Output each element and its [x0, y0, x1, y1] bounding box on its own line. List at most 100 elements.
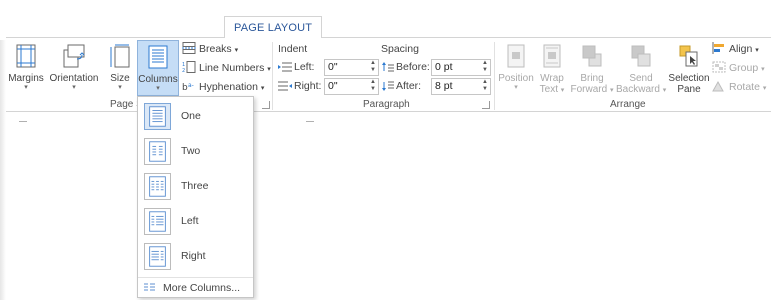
size-icon: [110, 44, 130, 68]
indent-right-label: Right:: [294, 80, 322, 92]
size-label: Size: [110, 73, 130, 84]
spacing-before-label: Before:: [396, 61, 430, 73]
spacing-before-value: 0 pt: [435, 61, 453, 73]
send-backward-label-2: Backward ▾: [616, 84, 667, 95]
arrange-group-label: Arrange: [610, 99, 646, 110]
document-margin-mark: [306, 121, 314, 122]
chevron-down-icon: ▾: [762, 85, 767, 92]
orientation-button[interactable]: Orientation ▾: [46, 40, 102, 96]
group-button[interactable]: Group ▾: [712, 60, 765, 77]
spinner-arrows-icon[interactable]: ▲ ▼: [370, 60, 376, 74]
spacing-heading: Spacing: [381, 43, 419, 55]
bring-forward-icon: [582, 45, 602, 67]
tab-page-layout[interactable]: PAGE LAYOUT: [224, 16, 323, 39]
columns-menu-item-label: Two: [181, 145, 201, 157]
send-backward-icon: [631, 45, 651, 67]
columns-menu-item-right[interactable]: Right: [138, 239, 253, 274]
chevron-down-icon: ▾: [514, 84, 518, 91]
send-backward-label-1: Send: [629, 73, 653, 84]
hyphenation-label: Hyphenation: [199, 81, 258, 93]
chevron-down-icon: ▾: [72, 84, 76, 91]
position-icon: [507, 44, 525, 68]
orientation-icon: [63, 44, 85, 68]
margins-button[interactable]: Margins ▾: [8, 40, 44, 96]
group-divider: [272, 42, 273, 110]
margins-icon: [16, 44, 36, 68]
columns-menu-item-label: Left: [181, 215, 199, 227]
selection-pane-label-2: Pane: [677, 84, 701, 95]
breaks-icon: [182, 42, 196, 54]
selection-pane-icon: [679, 45, 698, 67]
selection-pane-button[interactable]: Selection Pane: [667, 40, 711, 96]
breaks-label: Breaks: [199, 43, 232, 55]
indent-right-value: 0": [328, 80, 338, 92]
svg-text:a-: a-: [188, 82, 194, 89]
right-column-icon: [144, 243, 171, 270]
wrap-text-button[interactable]: Wrap Text ▾: [536, 40, 568, 96]
line-numbers-button[interactable]: 1 2 Line Numbers ▾: [182, 60, 271, 77]
wrap-text-label-2: Text ▾: [539, 84, 565, 95]
spinner-arrows-icon[interactable]: ▲ ▼: [482, 60, 488, 74]
margins-label: Margins: [8, 73, 44, 84]
columns-menu-item-left[interactable]: Left: [138, 204, 253, 239]
align-icon: [712, 42, 724, 54]
spinner-arrows-icon[interactable]: ▲ ▼: [482, 79, 488, 93]
rotate-label: Rotate: [729, 81, 760, 93]
chevron-down-icon: ▾: [156, 85, 160, 92]
word-window: PAGE LAYOUT Margins ▾ Orientation ▾ Size…: [0, 0, 771, 300]
bring-forward-button[interactable]: Bring Forward ▾: [569, 40, 615, 96]
columns-icon: [148, 45, 168, 69]
more-columns-item[interactable]: More Columns...: [138, 277, 253, 297]
page-setup-launcher-icon[interactable]: [262, 101, 270, 109]
chevron-down-icon: ▾: [118, 84, 122, 91]
spacing-before-spinner[interactable]: 0 pt ▲ ▼: [431, 59, 491, 76]
position-label: Position: [498, 73, 534, 84]
chevron-down-icon: ▾: [24, 84, 28, 91]
size-button[interactable]: Size ▾: [106, 40, 134, 96]
chevron-down-icon: ▾: [260, 85, 265, 92]
columns-menu-item-three[interactable]: Three: [138, 169, 253, 204]
spacing-after-spinner[interactable]: 8 pt ▲ ▼: [431, 78, 491, 95]
indent-left-icon: [278, 62, 292, 72]
breaks-button[interactable]: Breaks ▾: [182, 41, 238, 58]
document-margin-mark: [19, 121, 27, 122]
columns-button[interactable]: Columns ▾: [137, 40, 179, 96]
spacing-after-icon: [382, 81, 394, 91]
columns-menu-item-label: Three: [181, 180, 209, 192]
left-column-icon: [144, 208, 171, 235]
chevron-down-icon: ▾: [234, 47, 239, 54]
chevron-down-icon: ▾: [755, 47, 759, 54]
spacing-after-label: After:: [396, 80, 422, 92]
ribbon: Margins ▾ Orientation ▾ Size ▾ Columns ▾…: [6, 38, 771, 112]
send-backward-button[interactable]: Send Backward ▾: [616, 40, 666, 96]
svg-text:2: 2: [182, 68, 185, 73]
spacing-before-icon: [382, 62, 394, 72]
columns-menu-item-label: Right: [181, 250, 206, 262]
more-columns-icon: [144, 283, 155, 291]
indent-right-icon: [278, 81, 292, 91]
spinner-arrows-icon[interactable]: ▲ ▼: [370, 79, 376, 93]
group-divider: [494, 42, 495, 110]
hyphenation-button[interactable]: b a- Hyphenation ▾: [182, 79, 264, 96]
indent-left-spinner[interactable]: 0" ▲ ▼: [324, 59, 379, 76]
paragraph-launcher-icon[interactable]: [482, 101, 490, 109]
wrap-text-icon: [543, 44, 561, 68]
rotate-button[interactable]: Rotate ▾: [712, 79, 766, 96]
spacing-after-value: 8 pt: [435, 80, 453, 92]
position-button[interactable]: Position ▾: [496, 40, 536, 96]
indent-right-spinner[interactable]: 0" ▲ ▼: [324, 78, 379, 95]
ribbon-tab-bar: PAGE LAYOUT: [6, 10, 771, 39]
columns-menu-item-one[interactable]: One: [138, 99, 253, 134]
wrap-text-label-1: Wrap: [540, 73, 564, 84]
selection-pane-label-1: Selection: [668, 73, 710, 84]
align-label: Align: [729, 43, 753, 55]
align-button[interactable]: Align ▾: [712, 41, 759, 58]
bring-forward-label-1: Bring: [580, 73, 604, 84]
indent-left-label: Left:: [294, 61, 315, 73]
indent-left-value: 0": [328, 61, 338, 73]
columns-menu-item-two[interactable]: Two: [138, 134, 253, 169]
orientation-label: Orientation: [49, 73, 99, 84]
more-columns-label: More Columns...: [163, 282, 241, 294]
paragraph-group-label: Paragraph: [363, 99, 410, 110]
hyphenation-icon: b a-: [182, 82, 194, 92]
